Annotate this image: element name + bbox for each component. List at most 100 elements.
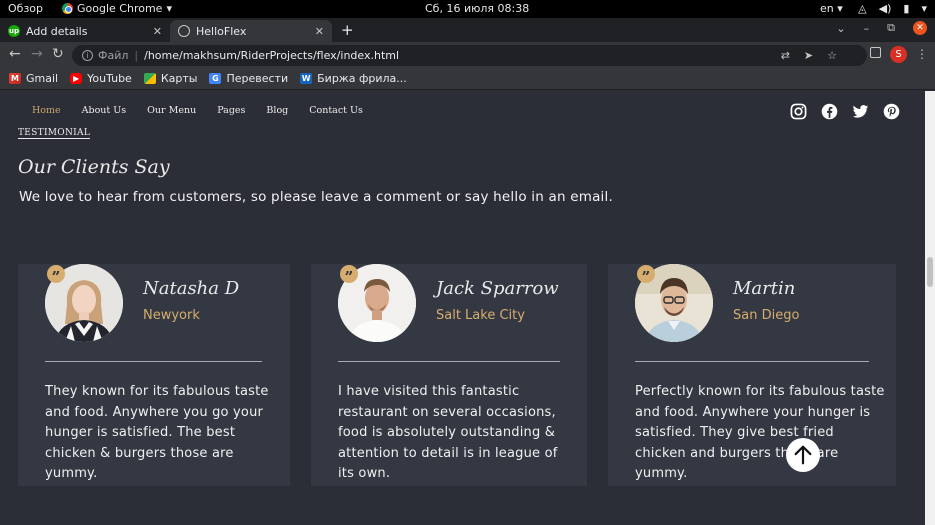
text-line: hunger is satisfied. The best — [45, 425, 236, 440]
new-tab-button[interactable]: + — [341, 21, 354, 39]
text-line: its own. — [338, 466, 391, 481]
chevron-down-icon: ▾ — [166, 2, 172, 15]
pinterest-icon[interactable] — [883, 103, 900, 120]
quote-icon: ” — [47, 265, 65, 284]
testimonial-card: ” Jack Sparrow Salt Lake City I have vis… — [311, 264, 587, 486]
divider — [45, 361, 262, 362]
send-icon[interactable]: ➤ — [804, 49, 813, 62]
clock[interactable]: Сб, 16 июля 08:38 — [425, 2, 529, 15]
text-line: and food. Anywhere your hunger is — [635, 404, 871, 420]
activities-button[interactable]: Обзор — [8, 2, 43, 15]
back-button[interactable]: ← — [9, 46, 21, 62]
star-icon[interactable]: ☆ — [827, 49, 837, 62]
volume-icon: ◀) — [878, 2, 892, 15]
section-heading: Our Clients Say — [18, 156, 170, 178]
divider: | — [134, 49, 139, 62]
reload-button[interactable]: ↻ — [52, 46, 64, 62]
os-top-bar: Обзор Google Chrome ▾ Сб, 16 июля 08:38 … — [0, 0, 935, 18]
bookmark-maps[interactable]: Карты — [143, 72, 198, 85]
instagram-icon[interactable] — [790, 103, 807, 120]
chrome-icon — [62, 3, 73, 14]
info-icon[interactable]: i — [82, 50, 93, 61]
text-line: and food. Anywhere you go your — [45, 404, 264, 420]
keyboard-layout[interactable]: en ▾ — [820, 2, 843, 15]
battery-icon: ▮ — [903, 2, 910, 15]
arrow-up-icon — [794, 445, 812, 465]
nav-home[interactable]: Home — [32, 105, 61, 116]
text-line: restaurant on several occasions, — [338, 404, 556, 420]
chevron-down-icon: ▾ — [921, 2, 927, 15]
testimonial-text: They known for its fabulous taste and fo… — [45, 382, 269, 485]
testimonial-text: Perfectly known for its fabulous taste a… — [635, 382, 885, 485]
url-text[interactable]: /home/makhsum/RiderProjects/flex/index.h… — [144, 49, 399, 62]
bookmark-label: Карты — [160, 72, 198, 85]
text-line: satisfied. They give best fried — [635, 425, 834, 440]
testimonial-text: I have visited this fantastic restaurant… — [338, 382, 558, 485]
gmail-icon: M — [9, 73, 21, 84]
close-tab-icon[interactable]: ✕ — [315, 25, 324, 38]
upwork-icon: up — [8, 25, 20, 37]
tab-title: HelloFlex — [196, 24, 247, 38]
youtube-icon: ▶ — [70, 73, 83, 84]
address-bar[interactable]: i Файл | /home/makhsum/RiderProjects/fle… — [72, 45, 867, 66]
minimize-button[interactable]: – — [864, 22, 870, 35]
social-links — [790, 103, 900, 120]
tab-title: Add details — [26, 24, 88, 38]
site-nav: Home About Us Our Menu Pages Blog Contac… — [32, 105, 363, 116]
tab-helloflex[interactable]: HelloFlex ✕ — [170, 20, 332, 42]
kebab-menu-icon[interactable]: ⋮ — [916, 47, 928, 61]
twitter-icon[interactable] — [852, 103, 869, 120]
maps-icon — [143, 73, 156, 84]
bookmarks-bar: M Gmail ▶ YouTube Карты G Перевести W Биржа … — [0, 68, 935, 90]
forward-button[interactable]: → — [31, 46, 43, 62]
close-window-button[interactable]: ✕ — [913, 21, 927, 35]
close-tab-icon[interactable]: ✕ — [153, 25, 162, 38]
restore-button[interactable]: ⧉ — [887, 21, 895, 35]
bookmark-label: Перевести — [226, 72, 289, 85]
side-panel-icon[interactable] — [870, 47, 881, 58]
globe-icon — [178, 25, 190, 37]
client-name: Natasha D — [143, 278, 240, 299]
nav-blog[interactable]: Blog — [266, 105, 288, 116]
app-menu[interactable]: Google Chrome ▾ — [62, 2, 172, 15]
text-line: chicken & burgers those are — [45, 445, 234, 461]
bookmark-freelance[interactable]: W Биржа фрила... — [300, 72, 407, 85]
translate-icon[interactable]: ⇄ — [781, 49, 790, 62]
text-line: I have visited this fantastic — [338, 384, 520, 399]
system-tray[interactable]: ◬ ◀) ▮ ▾ — [858, 2, 927, 15]
bookmark-gmail[interactable]: M Gmail — [9, 72, 58, 85]
nav-menu[interactable]: Our Menu — [147, 105, 196, 116]
browser-toolbar: ← → ↻ i Файл | /home/makhsum/RiderProjec… — [0, 42, 935, 68]
bookmark-youtube[interactable]: ▶ YouTube — [70, 72, 132, 85]
text-line: yummy. — [45, 466, 98, 481]
client-city: San Diego — [733, 308, 800, 323]
nav-contact[interactable]: Contact Us — [309, 105, 363, 116]
nav-about[interactable]: About Us — [82, 105, 127, 116]
quote-icon: ” — [340, 265, 358, 284]
client-name: Martin — [733, 278, 796, 299]
facebook-icon[interactable] — [821, 103, 838, 120]
tab-strip: up Add details ✕ HelloFlex ✕ + ⌄ – ⧉ ✕ — [0, 18, 935, 42]
scheme-label: Файл — [98, 49, 129, 62]
scroll-to-top-button[interactable] — [786, 438, 820, 472]
page-scrollbar[interactable] — [925, 91, 935, 525]
tab-add-details[interactable]: up Add details ✕ — [0, 20, 170, 42]
testimonial-card: ” Natasha D Newyork They known for its f… — [18, 264, 290, 486]
window-controls: ⌄ – ⧉ ✕ — [836, 21, 927, 35]
nav-pages[interactable]: Pages — [217, 105, 245, 116]
bookmark-label: Gmail — [26, 72, 59, 85]
section-eyebrow: TESTIMONIAL — [18, 128, 91, 139]
web-page: Home About Us Our Menu Pages Blog Contac… — [0, 91, 925, 525]
bookmark-translate[interactable]: G Перевести — [209, 72, 288, 85]
text-line: attention to detail is in league of — [338, 445, 558, 461]
wifi-icon: ◬ — [858, 2, 867, 15]
text-line: They known for its fabulous taste — [45, 384, 269, 399]
scrollbar-thumb[interactable] — [927, 257, 933, 287]
lang-label: en — [820, 2, 834, 15]
translate-icon: G — [209, 73, 222, 84]
divider — [635, 361, 869, 362]
app-name: Google Chrome — [77, 2, 163, 15]
profile-avatar[interactable]: S — [890, 46, 907, 63]
client-city: Newyork — [143, 308, 200, 323]
tab-search-icon[interactable]: ⌄ — [836, 22, 845, 35]
